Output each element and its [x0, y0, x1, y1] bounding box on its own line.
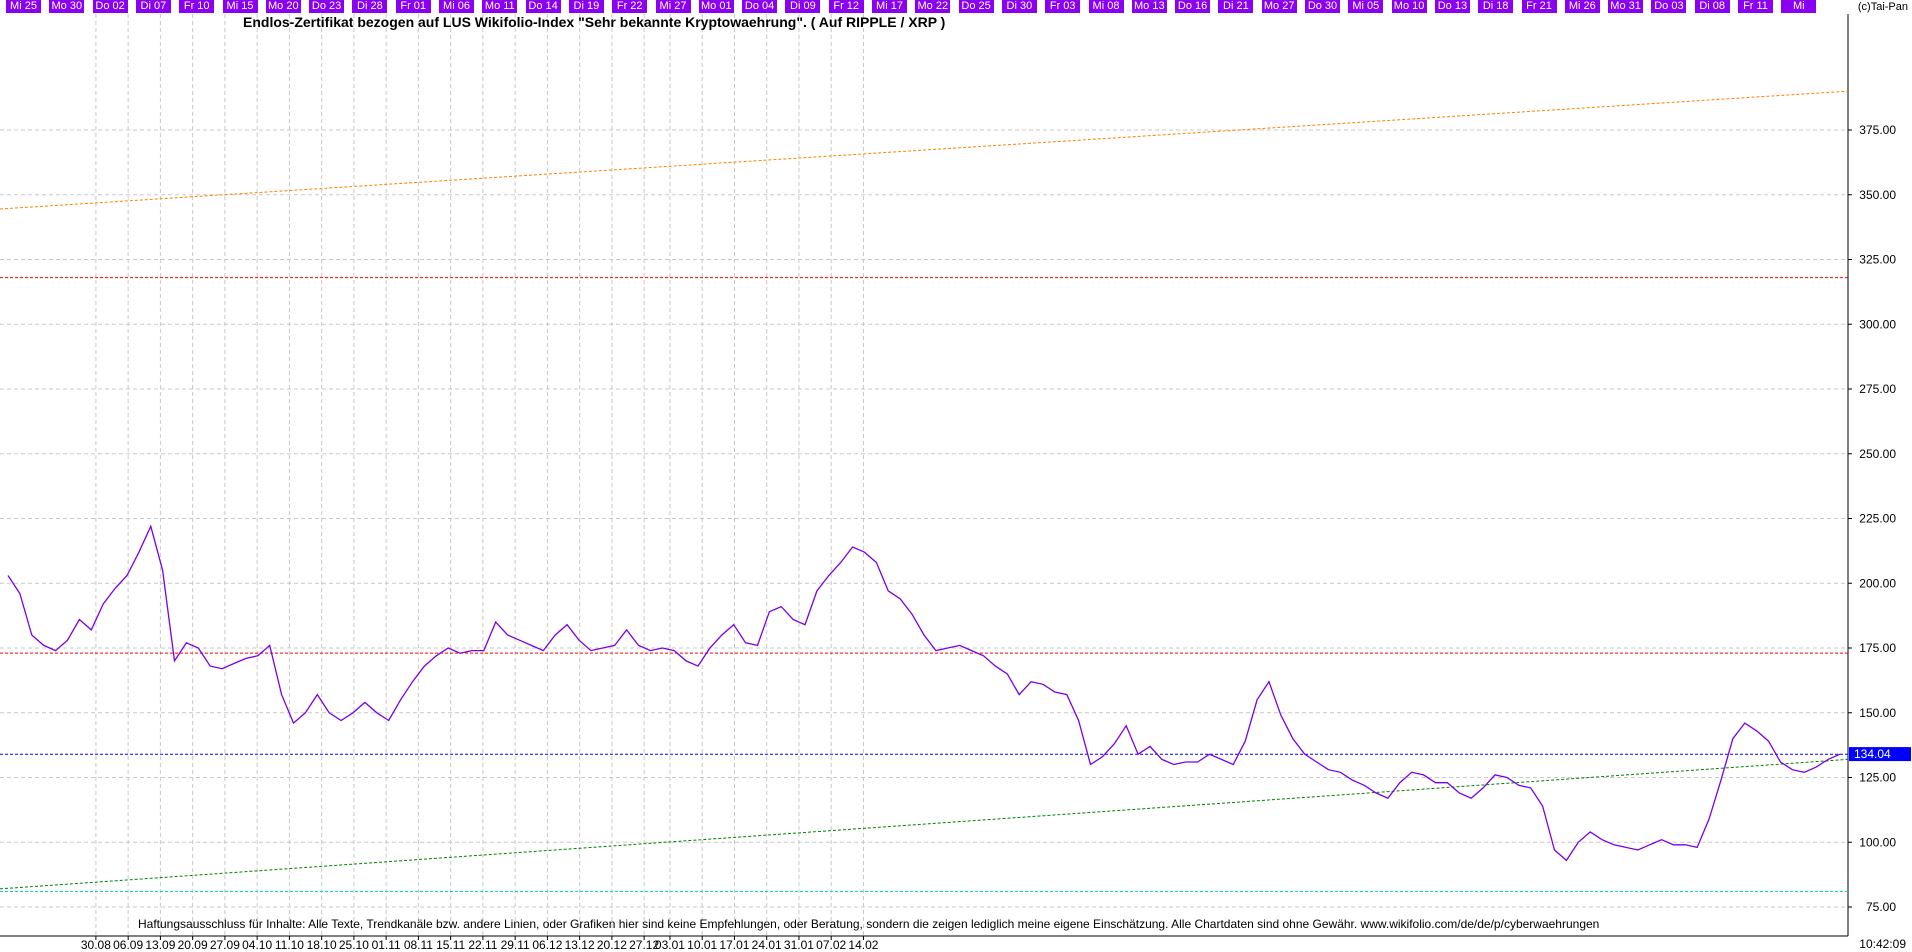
disclaimer-text: Haftungsausschluss für Inhalte: Alle Tex…: [138, 917, 1600, 931]
y-tick-label: 150.00: [1859, 706, 1896, 720]
x-tick-label: 17.01: [719, 938, 749, 952]
y-tick-label: 275.00: [1859, 382, 1896, 396]
y-tick-label: 250.00: [1859, 447, 1896, 461]
y-tick-label: 325.00: [1859, 253, 1896, 267]
x-tick-label: 15.11: [436, 938, 465, 952]
x-tick-label: 30.08: [81, 938, 111, 952]
y-tick-label: 100.00: [1859, 835, 1896, 849]
x-tick-label: 13.12: [565, 938, 595, 952]
x-tick-label: 04.10: [242, 938, 272, 952]
timestamp-label: 10:42:09: [1859, 937, 1906, 951]
y-tick-label: 225.00: [1859, 512, 1896, 526]
x-tick-label: 25.10: [339, 938, 369, 952]
x-tick-label: 31.01: [784, 938, 814, 952]
x-tick-label: 03.01: [655, 938, 685, 952]
x-tick-label: 13.09: [145, 938, 175, 952]
x-tick-label: 11.10: [275, 938, 304, 952]
y-tick-label: 75.00: [1866, 900, 1896, 914]
x-tick-label: 06.12: [532, 938, 562, 952]
x-tick-label: 27.09: [210, 938, 240, 952]
x-tick-label: 14.02: [848, 938, 878, 952]
y-tick-label: 350.00: [1859, 188, 1896, 202]
x-tick-label: 29.11: [501, 938, 530, 952]
x-tick-label: 01.11: [372, 938, 401, 952]
chart-title: Endlos-Zertifikat bezogen auf LUS Wikifo…: [243, 14, 946, 30]
x-tick-label: 08.11: [404, 938, 433, 952]
price-series-line: [7, 524, 1841, 862]
y-tick-label: 125.00: [1859, 771, 1896, 785]
x-tick-label: 18.10: [307, 938, 337, 952]
x-tick-label: 24.01: [752, 938, 782, 952]
y-tick-label: 200.00: [1859, 576, 1896, 590]
last-price-label: 134.04: [1854, 747, 1891, 761]
y-tick-label: 375.00: [1859, 123, 1896, 137]
y-tick-label: 175.00: [1859, 641, 1896, 655]
y-tick-label: 300.00: [1859, 317, 1896, 331]
x-tick-label: 20.09: [178, 938, 208, 952]
lower-trend-line: [0, 758, 1849, 890]
x-tick-label: 07.02: [816, 938, 846, 952]
x-tick-label: 20.12: [597, 938, 627, 952]
upper-trend-line: [0, 90, 1849, 210]
price-chart: 50.0075.00100.00125.00150.00175.00200.00…: [0, 14, 1911, 952]
x-tick-label: 06.09: [113, 938, 143, 952]
x-tick-label: 22.11: [468, 938, 497, 952]
x-tick-label: 10.01: [687, 938, 717, 952]
